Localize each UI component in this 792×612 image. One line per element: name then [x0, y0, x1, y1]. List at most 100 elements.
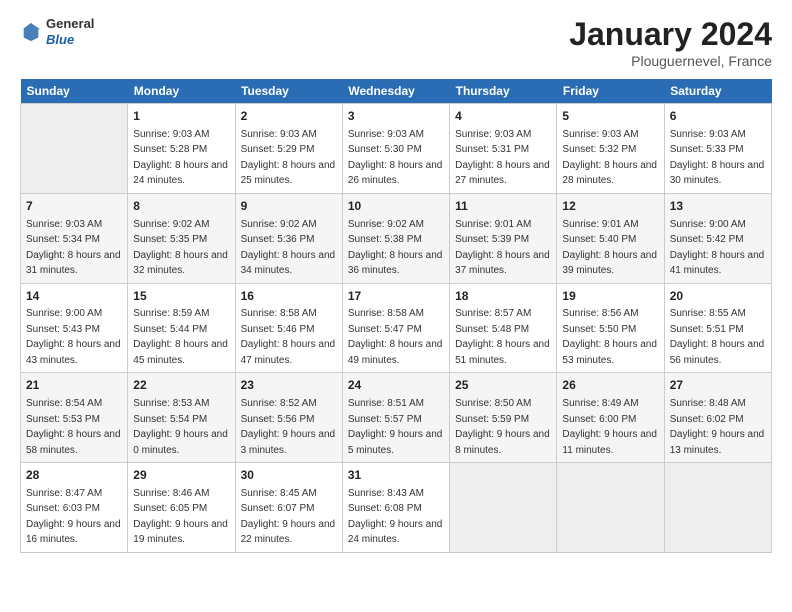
day-info: Sunrise: 9:03 AMSunset: 5:33 PMDaylight:…: [670, 129, 765, 187]
day-cell: 13 Sunrise: 9:00 AMSunset: 5:42 PMDaylig…: [664, 193, 771, 283]
day-cell: 15 Sunrise: 8:59 AMSunset: 5:44 PMDaylig…: [128, 283, 235, 373]
day-cell: 6 Sunrise: 9:03 AMSunset: 5:33 PMDayligh…: [664, 104, 771, 194]
col-thursday: Thursday: [450, 79, 557, 104]
day-cell: 29 Sunrise: 8:46 AMSunset: 6:05 PMDaylig…: [128, 463, 235, 553]
day-info: Sunrise: 8:54 AMSunset: 5:53 PMDaylight:…: [26, 398, 121, 456]
day-number: 17: [348, 288, 444, 305]
col-tuesday: Tuesday: [235, 79, 342, 104]
logo: General Blue: [20, 16, 94, 47]
day-number: 21: [26, 377, 122, 394]
day-info: Sunrise: 8:51 AMSunset: 5:57 PMDaylight:…: [348, 398, 443, 456]
day-info: Sunrise: 8:57 AMSunset: 5:48 PMDaylight:…: [455, 308, 550, 366]
header: General Blue January 2024 Plouguernevel,…: [20, 16, 772, 69]
day-cell: 25 Sunrise: 8:50 AMSunset: 5:59 PMDaylig…: [450, 373, 557, 463]
day-info: Sunrise: 8:46 AMSunset: 6:05 PMDaylight:…: [133, 488, 228, 546]
day-info: Sunrise: 9:01 AMSunset: 5:39 PMDaylight:…: [455, 219, 550, 277]
col-wednesday: Wednesday: [342, 79, 449, 104]
day-info: Sunrise: 9:00 AMSunset: 5:43 PMDaylight:…: [26, 308, 121, 366]
day-cell: 9 Sunrise: 9:02 AMSunset: 5:36 PMDayligh…: [235, 193, 342, 283]
day-info: Sunrise: 8:58 AMSunset: 5:47 PMDaylight:…: [348, 308, 443, 366]
day-info: Sunrise: 8:53 AMSunset: 5:54 PMDaylight:…: [133, 398, 228, 456]
day-info: Sunrise: 8:59 AMSunset: 5:44 PMDaylight:…: [133, 308, 228, 366]
day-cell: 26 Sunrise: 8:49 AMSunset: 6:00 PMDaylig…: [557, 373, 664, 463]
week-row-4: 28 Sunrise: 8:47 AMSunset: 6:03 PMDaylig…: [21, 463, 772, 553]
day-cell: 19 Sunrise: 8:56 AMSunset: 5:50 PMDaylig…: [557, 283, 664, 373]
day-cell: 12 Sunrise: 9:01 AMSunset: 5:40 PMDaylig…: [557, 193, 664, 283]
day-number: 25: [455, 377, 551, 394]
logo-general: General: [46, 16, 94, 31]
day-cell: 31 Sunrise: 8:43 AMSunset: 6:08 PMDaylig…: [342, 463, 449, 553]
location: Plouguernevel, France: [569, 53, 772, 69]
day-cell: 23 Sunrise: 8:52 AMSunset: 5:56 PMDaylig…: [235, 373, 342, 463]
col-monday: Monday: [128, 79, 235, 104]
day-cell: [664, 463, 771, 553]
day-number: 6: [670, 108, 766, 125]
day-number: 15: [133, 288, 229, 305]
day-number: 7: [26, 198, 122, 215]
day-number: 22: [133, 377, 229, 394]
day-number: 30: [241, 467, 337, 484]
day-info: Sunrise: 8:55 AMSunset: 5:51 PMDaylight:…: [670, 308, 765, 366]
week-row-1: 7 Sunrise: 9:03 AMSunset: 5:34 PMDayligh…: [21, 193, 772, 283]
day-number: 19: [562, 288, 658, 305]
day-info: Sunrise: 8:58 AMSunset: 5:46 PMDaylight:…: [241, 308, 336, 366]
main-container: General Blue January 2024 Plouguernevel,…: [0, 0, 792, 563]
logo-blue: Blue: [46, 32, 74, 47]
logo-text: General Blue: [46, 16, 94, 47]
day-number: 31: [348, 467, 444, 484]
day-info: Sunrise: 9:00 AMSunset: 5:42 PMDaylight:…: [670, 219, 765, 277]
day-cell: [21, 104, 128, 194]
day-cell: [557, 463, 664, 553]
day-info: Sunrise: 8:47 AMSunset: 6:03 PMDaylight:…: [26, 488, 121, 546]
day-number: 28: [26, 467, 122, 484]
day-cell: 18 Sunrise: 8:57 AMSunset: 5:48 PMDaylig…: [450, 283, 557, 373]
day-number: 4: [455, 108, 551, 125]
col-friday: Friday: [557, 79, 664, 104]
day-info: Sunrise: 8:56 AMSunset: 5:50 PMDaylight:…: [562, 308, 657, 366]
day-number: 14: [26, 288, 122, 305]
day-number: 18: [455, 288, 551, 305]
day-info: Sunrise: 9:02 AMSunset: 5:38 PMDaylight:…: [348, 219, 443, 277]
day-cell: [450, 463, 557, 553]
day-cell: 22 Sunrise: 8:53 AMSunset: 5:54 PMDaylig…: [128, 373, 235, 463]
day-number: 12: [562, 198, 658, 215]
month-title: January 2024: [569, 16, 772, 53]
day-cell: 14 Sunrise: 9:00 AMSunset: 5:43 PMDaylig…: [21, 283, 128, 373]
day-number: 5: [562, 108, 658, 125]
week-row-3: 21 Sunrise: 8:54 AMSunset: 5:53 PMDaylig…: [21, 373, 772, 463]
day-cell: 5 Sunrise: 9:03 AMSunset: 5:32 PMDayligh…: [557, 104, 664, 194]
col-sunday: Sunday: [21, 79, 128, 104]
day-number: 9: [241, 198, 337, 215]
day-number: 26: [562, 377, 658, 394]
day-cell: 2 Sunrise: 9:03 AMSunset: 5:29 PMDayligh…: [235, 104, 342, 194]
week-row-0: 1 Sunrise: 9:03 AMSunset: 5:28 PMDayligh…: [21, 104, 772, 194]
day-cell: 27 Sunrise: 8:48 AMSunset: 6:02 PMDaylig…: [664, 373, 771, 463]
day-number: 16: [241, 288, 337, 305]
day-cell: 3 Sunrise: 9:03 AMSunset: 5:30 PMDayligh…: [342, 104, 449, 194]
day-cell: 20 Sunrise: 8:55 AMSunset: 5:51 PMDaylig…: [664, 283, 771, 373]
day-info: Sunrise: 9:03 AMSunset: 5:32 PMDaylight:…: [562, 129, 657, 187]
col-saturday: Saturday: [664, 79, 771, 104]
title-block: January 2024 Plouguernevel, France: [569, 16, 772, 69]
day-number: 2: [241, 108, 337, 125]
day-cell: 11 Sunrise: 9:01 AMSunset: 5:39 PMDaylig…: [450, 193, 557, 283]
day-number: 24: [348, 377, 444, 394]
day-info: Sunrise: 9:03 AMSunset: 5:28 PMDaylight:…: [133, 129, 228, 187]
day-number: 10: [348, 198, 444, 215]
day-info: Sunrise: 8:50 AMSunset: 5:59 PMDaylight:…: [455, 398, 550, 456]
day-number: 8: [133, 198, 229, 215]
day-number: 29: [133, 467, 229, 484]
day-number: 27: [670, 377, 766, 394]
day-number: 13: [670, 198, 766, 215]
day-info: Sunrise: 9:03 AMSunset: 5:30 PMDaylight:…: [348, 129, 443, 187]
day-info: Sunrise: 9:01 AMSunset: 5:40 PMDaylight:…: [562, 219, 657, 277]
day-number: 11: [455, 198, 551, 215]
day-cell: 21 Sunrise: 8:54 AMSunset: 5:53 PMDaylig…: [21, 373, 128, 463]
day-number: 1: [133, 108, 229, 125]
day-cell: 30 Sunrise: 8:45 AMSunset: 6:07 PMDaylig…: [235, 463, 342, 553]
header-row: Sunday Monday Tuesday Wednesday Thursday…: [21, 79, 772, 104]
day-info: Sunrise: 8:48 AMSunset: 6:02 PMDaylight:…: [670, 398, 765, 456]
day-number: 20: [670, 288, 766, 305]
day-info: Sunrise: 8:52 AMSunset: 5:56 PMDaylight:…: [241, 398, 336, 456]
day-cell: 1 Sunrise: 9:03 AMSunset: 5:28 PMDayligh…: [128, 104, 235, 194]
